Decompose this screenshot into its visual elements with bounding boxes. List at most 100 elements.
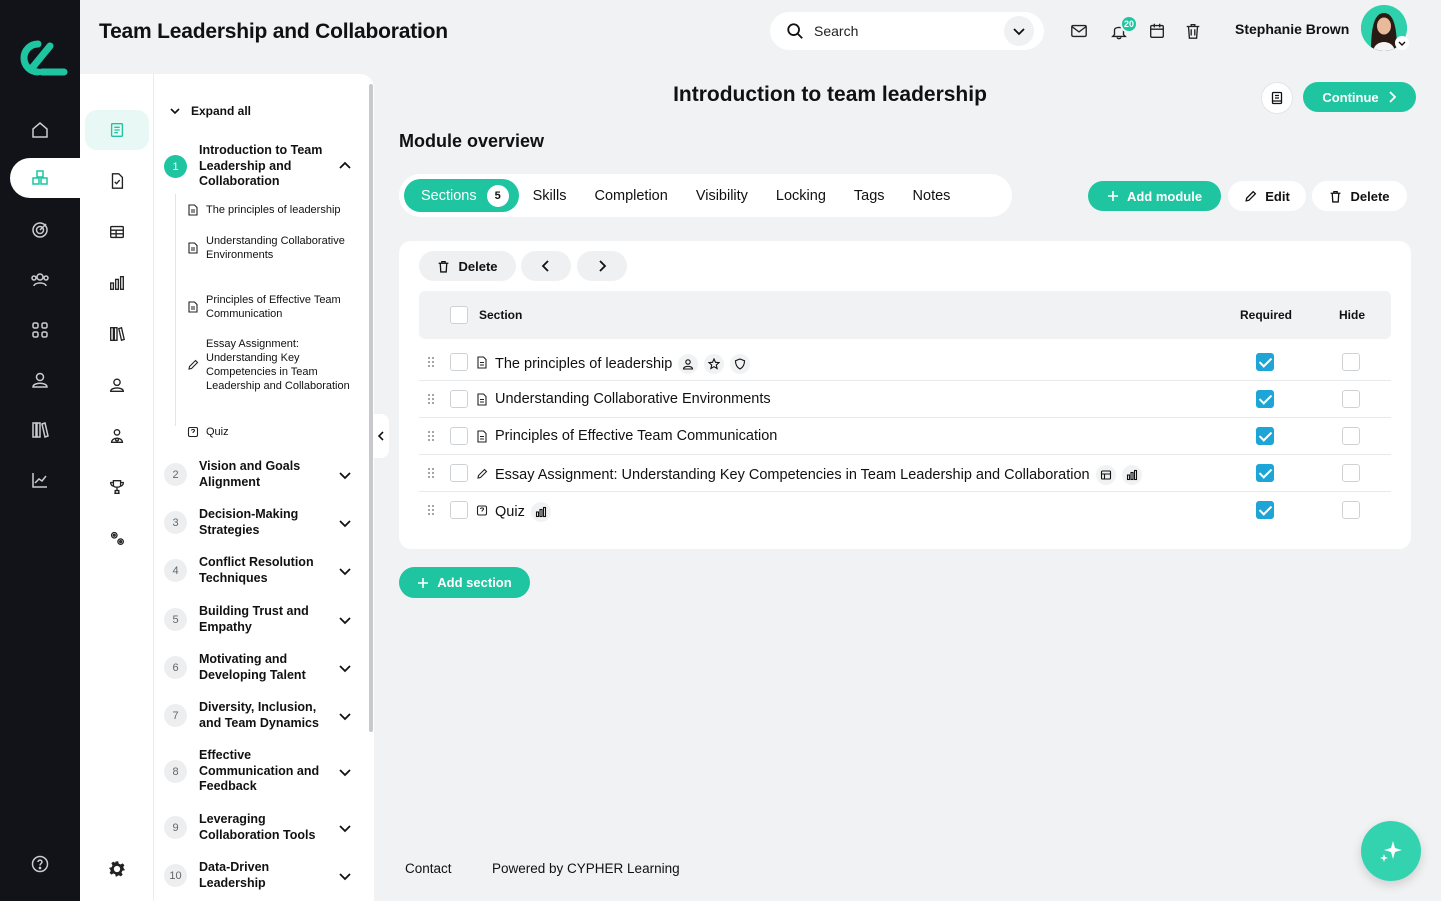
required-checkbox[interactable] — [1256, 464, 1274, 482]
drag-handle-icon[interactable] — [427, 467, 435, 479]
document-check-icon[interactable] — [105, 169, 129, 193]
required-checkbox[interactable] — [1256, 390, 1274, 408]
required-checkbox[interactable] — [1256, 501, 1274, 519]
select-all-checkbox[interactable] — [450, 306, 468, 324]
add-section-button[interactable]: Add section — [399, 567, 530, 598]
hide-checkbox[interactable] — [1342, 353, 1360, 371]
tree-item-principles[interactable]: The principles of leadership — [187, 203, 361, 217]
tree-scrollbar[interactable] — [369, 84, 373, 732]
users-group-icon[interactable] — [28, 268, 52, 292]
tab-notes[interactable]: Notes — [899, 179, 965, 212]
home-icon[interactable] — [28, 118, 52, 142]
row-select-checkbox[interactable] — [450, 390, 468, 408]
tab-locking[interactable]: Locking — [762, 179, 840, 212]
hide-checkbox[interactable] — [1342, 464, 1360, 482]
drag-handle-icon[interactable] — [427, 356, 435, 368]
tab-skills[interactable]: Skills — [519, 179, 581, 212]
section-title[interactable]: Understanding Collaborative Environments — [495, 391, 771, 407]
bar-chart-icon[interactable] — [1121, 465, 1142, 485]
section-title[interactable]: The principles of leadership — [495, 356, 672, 372]
search-scope-dropdown[interactable] — [1004, 16, 1034, 46]
edit-module-button[interactable]: Edit — [1228, 181, 1306, 211]
required-checkbox[interactable] — [1256, 427, 1274, 445]
star-icon[interactable] — [704, 354, 725, 374]
nav-item-courses-active[interactable] — [10, 158, 90, 198]
delete-selected-button[interactable]: Delete — [419, 251, 516, 281]
continue-button[interactable]: Continue — [1303, 82, 1416, 112]
tree-item-quiz[interactable]: Quiz — [187, 425, 361, 439]
book-button[interactable] — [1261, 82, 1293, 114]
tab-tags[interactable]: Tags — [840, 179, 899, 212]
tree-item-collaborative[interactable]: Understanding Collaborative Environments — [187, 234, 361, 262]
collapse-panel-button[interactable] — [373, 414, 389, 458]
book-outline-icon[interactable] — [105, 118, 129, 142]
chevron-down-icon[interactable] — [338, 821, 352, 835]
search-input[interactable] — [814, 23, 1004, 39]
target-icon[interactable] — [28, 218, 52, 242]
tree-module-3[interactable]: 3 Decision-Making Strategies — [164, 507, 364, 538]
instructor-icon[interactable] — [105, 424, 129, 448]
user-icon[interactable] — [28, 368, 52, 392]
table-icon[interactable] — [105, 220, 129, 244]
footer-contact-link[interactable]: Contact — [405, 861, 452, 876]
hide-checkbox[interactable] — [1342, 427, 1360, 445]
section-title[interactable]: Quiz — [495, 504, 525, 520]
tree-module-10[interactable]: 10 Data-Driven Leadership — [164, 860, 364, 891]
grid-icon[interactable] — [28, 318, 52, 342]
bar-chart-icon[interactable] — [530, 502, 551, 522]
trash-icon[interactable] — [1182, 20, 1204, 42]
shield-icon[interactable] — [730, 354, 751, 374]
person-icon[interactable] — [105, 373, 129, 397]
tree-module-2[interactable]: 2 Vision and Goals Alignment — [164, 459, 364, 490]
trophy-icon[interactable] — [105, 475, 129, 499]
row-select-checkbox[interactable] — [450, 501, 468, 519]
add-module-button[interactable]: Add module — [1088, 181, 1221, 211]
tab-completion[interactable]: Completion — [580, 179, 681, 212]
tree-module-9[interactable]: 9 Leveraging Collaboration Tools — [164, 812, 364, 843]
drag-handle-icon[interactable] — [427, 393, 435, 405]
column-header-hide[interactable]: Hide — [1339, 308, 1365, 322]
tree-module-1[interactable]: 1 Introduction to Team Leadership and Co… — [164, 143, 364, 190]
drag-handle-icon[interactable] — [427, 430, 435, 442]
table-row[interactable]: The principles of leadership — [419, 344, 1391, 381]
next-button[interactable] — [577, 251, 627, 281]
delete-module-button[interactable]: Delete — [1312, 181, 1407, 211]
table-row[interactable]: Essay Assignment: Understanding Key Comp… — [419, 455, 1391, 492]
drag-handle-icon[interactable] — [427, 504, 435, 516]
previous-button[interactable] — [521, 251, 571, 281]
chevron-down-icon[interactable] — [338, 613, 352, 627]
hide-checkbox[interactable] — [1342, 501, 1360, 519]
mail-icon[interactable] — [1068, 20, 1090, 42]
row-select-checkbox[interactable] — [450, 464, 468, 482]
tab-visibility[interactable]: Visibility — [682, 179, 762, 212]
chevron-down-icon[interactable] — [338, 468, 352, 482]
user-icon[interactable] — [678, 354, 699, 374]
table-row[interactable]: Quiz — [419, 492, 1391, 529]
section-title[interactable]: Essay Assignment: Understanding Key Comp… — [495, 467, 1090, 483]
tree-item-communication[interactable]: Principles of Effective Team Communicati… — [187, 293, 361, 321]
footer-powered-by[interactable]: Powered by CYPHER Learning — [492, 861, 680, 876]
expand-all-button[interactable]: Expand all — [169, 104, 251, 118]
table-row[interactable]: Principles of Effective Team Communicati… — [419, 418, 1391, 455]
section-title[interactable]: Principles of Effective Team Communicati… — [495, 428, 777, 444]
tree-module-7[interactable]: 7 Diversity, Inclusion, and Team Dynamic… — [164, 700, 364, 731]
required-checkbox[interactable] — [1256, 353, 1274, 371]
cypher-logo[interactable] — [12, 34, 68, 82]
tab-sections[interactable]: Sections 5 — [404, 179, 519, 212]
chevron-down-icon[interactable] — [338, 661, 352, 675]
analytics-icon[interactable] — [28, 468, 52, 492]
chevron-down-icon[interactable] — [338, 869, 352, 883]
chevron-down-icon[interactable] — [338, 765, 352, 779]
search-bar[interactable] — [770, 12, 1044, 50]
table-row[interactable]: Understanding Collaborative Environments — [419, 381, 1391, 418]
column-header-required[interactable]: Required — [1240, 308, 1292, 322]
row-select-checkbox[interactable] — [450, 427, 468, 445]
tree-module-8[interactable]: 8 Effective Communication and Feedback — [164, 748, 364, 795]
tree-item-essay[interactable]: Essay Assignment: Understanding Key Comp… — [187, 337, 361, 393]
row-select-checkbox[interactable] — [450, 353, 468, 371]
tree-module-4[interactable]: 4 Conflict Resolution Techniques — [164, 555, 364, 586]
help-icon[interactable] — [28, 852, 52, 876]
bar-chart-icon[interactable] — [105, 271, 129, 295]
chevron-down-icon[interactable] — [338, 516, 352, 530]
user-menu-chevron-icon[interactable] — [1395, 36, 1409, 50]
